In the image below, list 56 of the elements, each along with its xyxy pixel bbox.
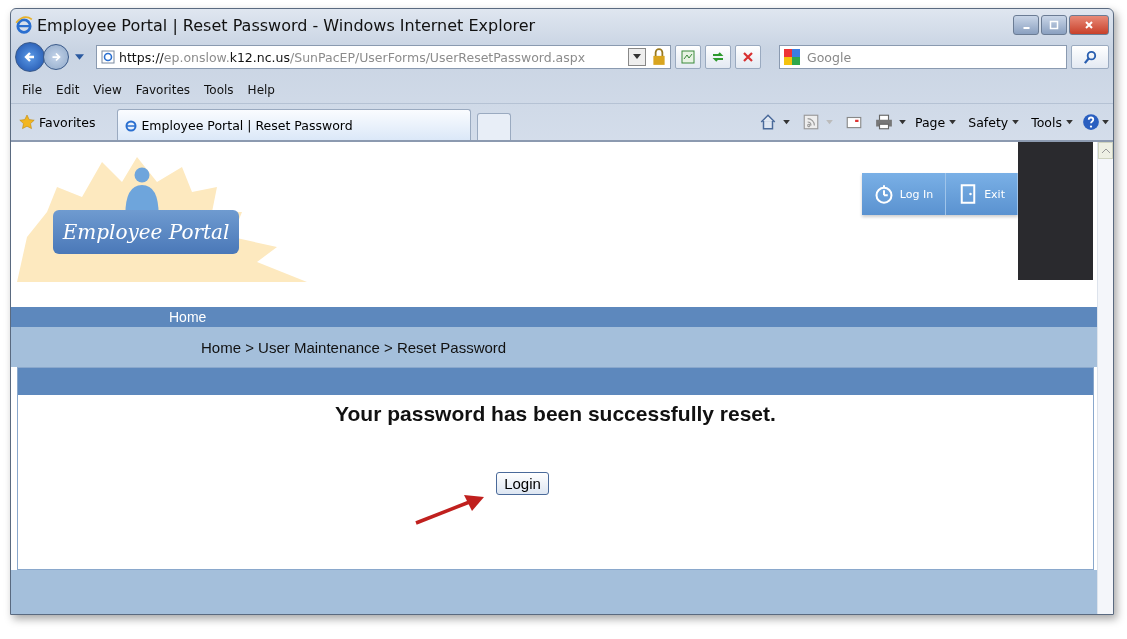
caret-icon [1066, 119, 1073, 125]
success-message: Your password has been successfully reset. [335, 402, 776, 426]
search-icon [1082, 49, 1098, 65]
menu-item[interactable]: View [86, 83, 129, 97]
menu-item[interactable]: Edit [49, 83, 87, 97]
home-icon[interactable] [758, 113, 777, 131]
caret-icon[interactable] [898, 119, 906, 125]
star-icon [19, 114, 35, 130]
browser-tab[interactable]: Employee Portal | Reset Password [117, 109, 472, 140]
search-field[interactable]: Google [779, 45, 1067, 69]
page-icon [101, 50, 115, 64]
dropdown-arrow-icon[interactable] [75, 53, 84, 61]
close-button[interactable] [1069, 15, 1109, 35]
maximize-button[interactable] [1041, 15, 1067, 35]
url-text: https://ep.onslow.k12.nc.us/SunPacEP/UserForms/UserResetPassword.aspx [119, 49, 587, 65]
back-button[interactable] [15, 42, 45, 72]
minimize-icon [1022, 27, 1030, 29]
browser-logo-icon [15, 16, 33, 34]
command-menu-button[interactable]: Tools [1028, 114, 1076, 130]
nav-link[interactable]: Home [169, 309, 207, 325]
logo-text: Employee Portal [53, 210, 239, 254]
menu-item[interactable]: Tools [197, 83, 241, 97]
command-menu-button[interactable]: Page [911, 114, 960, 130]
stop-button[interactable] [735, 45, 761, 69]
window-title: Employee Portal | Reset Password - Windows Internet Explorer [37, 15, 537, 35]
menu-item[interactable]: Favorites [128, 83, 198, 97]
caret-icon [1102, 119, 1109, 125]
stopwatch-icon [873, 184, 894, 204]
caret-icon[interactable] [782, 119, 790, 125]
caret-icon [949, 119, 957, 125]
chart-page-icon [680, 49, 696, 65]
minimize-button[interactable] [1013, 15, 1039, 35]
address-dropdown-button[interactable] [628, 48, 646, 66]
feed-icon[interactable] [801, 113, 820, 131]
browser-logo-icon [124, 118, 139, 132]
command-menu-button[interactable]: Safety [965, 114, 1023, 130]
search-button[interactable] [1071, 45, 1109, 69]
scroll-up-button[interactable] [1098, 142, 1113, 159]
menu-item[interactable]: Help [240, 83, 282, 97]
close-icon [1084, 20, 1094, 30]
scrollbar[interactable] [1097, 142, 1113, 614]
help-icon [1082, 113, 1100, 131]
caret-icon [1012, 119, 1020, 125]
login-button[interactable]: Login [496, 472, 549, 495]
printer-icon[interactable] [874, 113, 893, 131]
favorites-button[interactable]: Favorites [15, 112, 100, 132]
refresh-button[interactable] [705, 45, 731, 69]
address-field[interactable]: https://ep.onslow.k12.nc.us/SunPacEP/UserForms/UserResetPassword.aspx [96, 45, 671, 69]
help-button[interactable] [1082, 113, 1109, 131]
forward-button[interactable] [43, 44, 69, 70]
menu-item[interactable]: File [15, 83, 50, 97]
caret-icon [633, 54, 641, 60]
lock-icon[interactable] [650, 48, 668, 66]
breadcrumb: Home > User Maintenance > Reset Password [201, 338, 507, 356]
compatibility-view-button[interactable] [675, 45, 701, 69]
maximize-icon [1049, 20, 1059, 30]
